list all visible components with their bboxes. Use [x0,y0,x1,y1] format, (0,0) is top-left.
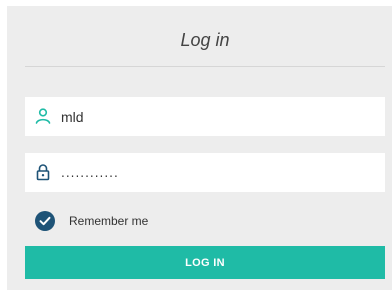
title-divider [25,66,385,67]
login-button[interactable]: LOG IN [25,246,385,279]
login-panel: Log in Remember me LOG IN [7,6,392,290]
remember-me-checkbox[interactable]: Remember me [35,209,148,233]
username-input[interactable] [61,97,371,136]
remember-me-label[interactable]: Remember me [69,214,148,228]
password-field[interactable] [25,153,385,192]
username-field[interactable] [25,97,385,136]
password-input[interactable] [61,153,371,192]
checkmark-icon[interactable] [35,211,55,231]
user-icon [34,107,52,125]
lock-icon [34,163,52,181]
login-title: Log in [180,30,230,50]
